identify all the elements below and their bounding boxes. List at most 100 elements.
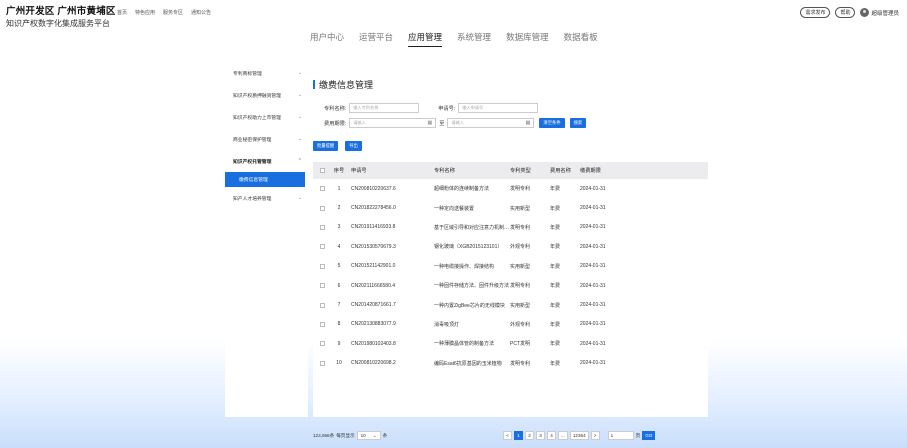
topnav-notices[interactable]: 通知公告 bbox=[191, 9, 211, 16]
date-start-input[interactable]: 请输入 ▦ bbox=[349, 118, 437, 128]
row-app-no: CN200810220637.6 bbox=[351, 185, 396, 192]
row-fee-name: 年费 bbox=[550, 283, 561, 290]
pagination-controls: < 1 2 3 4 ... 12364 > 1 页 GO bbox=[503, 431, 656, 440]
brand-subtitle: 知识产权数字化集成服务平台 bbox=[6, 19, 110, 28]
sidebar-item-listing-support[interactable]: 知识产权助力上市管理 ⌄ bbox=[225, 106, 308, 128]
jump-unit: 页 bbox=[635, 432, 641, 438]
chevron-down-icon: ⌄ bbox=[297, 136, 302, 142]
clear-filters-button[interactable]: 清空条件 bbox=[539, 118, 565, 128]
page-button-4[interactable]: 4 bbox=[547, 431, 556, 440]
per-page-value: 10 bbox=[360, 433, 366, 438]
per-page-label: 每页显示 bbox=[336, 432, 355, 438]
table-row[interactable]: 9 CN201980102403.8 一种薄膜晶体管的制备方法 PCT发明 年费 2024… bbox=[313, 334, 708, 353]
row-app-no: CN202130883077.9 bbox=[351, 321, 396, 328]
row-patent-type: 实用新型 bbox=[510, 205, 531, 212]
sidebar-item-patent-trademark[interactable]: 专利商标管理 ⌄ bbox=[225, 62, 308, 84]
row-patent-type: 实用新型 bbox=[510, 263, 531, 270]
table-row[interactable]: 1 CN200810220637.6 超细粉体的连续制备方法 发明专利 年费 2024-0… bbox=[313, 179, 708, 198]
search-button[interactable]: 搜索 bbox=[569, 118, 587, 128]
row-deadline: 2024-01-31 bbox=[580, 205, 606, 212]
fee-date-label: 费用期限: bbox=[324, 120, 347, 127]
row-patent-name: 钢化玻璃（XGB2015123101） bbox=[434, 244, 503, 251]
filter-row-1: 专利名称: 输入专利名称 申请号: 输入申请号 bbox=[324, 103, 539, 113]
row-fee-name: 年费 bbox=[550, 224, 561, 231]
tab-app-management[interactable]: 应用管理 bbox=[408, 31, 443, 47]
page-button-2[interactable]: 2 bbox=[525, 431, 534, 440]
table-row[interactable]: 4 CN201530570679.3 钢化玻璃（XGB2015123101） 外观专利… bbox=[313, 237, 708, 256]
date-start-placeholder: 请输入 bbox=[353, 120, 366, 125]
go-button[interactable]: GO bbox=[642, 431, 656, 440]
row-patent-type: PCT发明 bbox=[510, 341, 531, 348]
table-row[interactable]: 10 CN200810220698.2 编码Esat6抗原基因的玉米植物 发明专利 年费… bbox=[313, 354, 708, 373]
row-checkbox[interactable] bbox=[320, 341, 325, 347]
app-no-label: 申请号: bbox=[438, 105, 456, 112]
patent-name-input[interactable]: 输入专利名称 bbox=[349, 103, 420, 113]
row-app-no: CN202111666580.4 bbox=[351, 282, 396, 289]
row-patent-name: 超细粉体的连续制备方法 bbox=[434, 186, 490, 193]
page-button-1[interactable]: 1 bbox=[514, 431, 523, 440]
page-title-text: 缴费信息管理 bbox=[319, 80, 374, 90]
sidebar-subitem-fee-info[interactable]: 缴费信息管理 bbox=[225, 172, 305, 187]
sidebar-item-label: 知识产权助力上市管理 bbox=[233, 115, 281, 121]
top-right-actions: 需求发布 帮助 超级管理员 bbox=[800, 7, 899, 18]
row-checkbox[interactable] bbox=[320, 205, 325, 211]
topnav-featured[interactable]: 特色应用 bbox=[135, 9, 155, 16]
user-menu[interactable]: 超级管理员 bbox=[860, 8, 899, 17]
tab-operations[interactable]: 运营平台 bbox=[359, 31, 393, 47]
row-patent-type: 外观专利 bbox=[510, 244, 531, 251]
row-deadline: 2024-01-31 bbox=[580, 360, 606, 367]
select-all-checkbox[interactable] bbox=[320, 168, 325, 173]
row-patent-type: 发明专利 bbox=[510, 186, 531, 193]
row-fee-name: 年费 bbox=[550, 263, 561, 270]
sidebar-item-label: 商业秘密保护管理 bbox=[233, 137, 272, 143]
main-nav: 用户中心 运营平台 应用管理 系统管理 数据库管理 数据看板 bbox=[310, 31, 598, 47]
row-checkbox[interactable] bbox=[320, 224, 325, 230]
row-checkbox[interactable] bbox=[320, 186, 325, 192]
app-no-input[interactable]: 输入申请号 bbox=[458, 103, 539, 113]
row-patent-type: 发明专利 bbox=[510, 283, 531, 290]
next-page-button[interactable]: > bbox=[590, 431, 600, 440]
chevron-down-icon: ⌄ bbox=[297, 70, 302, 76]
batch-remind-button[interactable]: 批量提醒 bbox=[313, 141, 339, 151]
jump-page-input[interactable]: 1 bbox=[607, 431, 634, 440]
sidebar-item-pledge-financing[interactable]: 知识产权质押融资管理 ⌄ bbox=[225, 84, 308, 106]
date-end-input[interactable]: 请输入 ▦ bbox=[447, 118, 535, 128]
prev-page-button[interactable]: < bbox=[503, 431, 512, 440]
page-button-last[interactable]: 12364 bbox=[569, 431, 589, 440]
topnav-services[interactable]: 服务专区 bbox=[163, 9, 183, 16]
row-patent-name: 一种内置ZigBee芯片的无线模块 bbox=[434, 302, 505, 309]
help-button[interactable]: 帮助 bbox=[835, 7, 856, 18]
topnav-home[interactable]: 首页 bbox=[117, 9, 127, 16]
tab-system-management[interactable]: 系统管理 bbox=[457, 31, 491, 47]
table-row[interactable]: 2 CN201822278456.0 一种定向送餐装置 实用新型 年费 2024-01-3… bbox=[313, 198, 708, 217]
table-row[interactable]: 8 CN202130883077.9 消毒吸顶灯 外观专利 年费 2024-01-31 bbox=[313, 315, 708, 334]
table-row[interactable]: 5 CN201521142901.0 一种电缆接操作、焊接结构 实用新型 年费 2024-… bbox=[313, 257, 708, 276]
row-patent-name: 消毒吸顶灯 bbox=[434, 321, 460, 328]
row-no: 3 bbox=[337, 224, 341, 231]
table-body: 1 CN200810220637.6 超细粉体的连续制备方法 发明专利 年费 2024-0… bbox=[313, 179, 708, 373]
export-button[interactable]: 导出 bbox=[345, 141, 362, 151]
row-checkbox[interactable] bbox=[320, 302, 325, 308]
tab-database-management[interactable]: 数据库管理 bbox=[506, 31, 549, 47]
row-app-no: CN201420871661.7 bbox=[351, 302, 396, 309]
tab-user-center[interactable]: 用户中心 bbox=[310, 31, 344, 47]
per-page-select[interactable]: 10 ⌄ bbox=[356, 431, 381, 440]
table-row[interactable]: 3 CN201911416933.8 基于区域引导和对应注意力机制的方法发明专利 年费… bbox=[313, 218, 708, 237]
sidebar-item-ip-custody[interactable]: 知识产权托管管理 ⌃ bbox=[225, 150, 308, 172]
row-checkbox[interactable] bbox=[320, 360, 325, 366]
table-row[interactable]: 7 CN201420871661.7 一种内置ZigBee芯片的无线模块 实用新型 年费… bbox=[313, 295, 708, 314]
row-checkbox[interactable] bbox=[320, 321, 325, 327]
row-checkbox[interactable] bbox=[320, 283, 325, 289]
content-panel: 缴费信息管理 专利名称: 输入专利名称 申请号: 输入申请号 费用期限: 请输入… bbox=[313, 62, 708, 417]
header-no: 序号 bbox=[333, 168, 345, 174]
chevron-down-icon: ⌄ bbox=[372, 432, 377, 438]
header-patent-type: 专利类型 bbox=[510, 168, 531, 174]
tab-dashboard[interactable]: 数据看板 bbox=[564, 31, 598, 47]
demand-button[interactable]: 需求发布 bbox=[800, 7, 831, 18]
row-checkbox[interactable] bbox=[320, 244, 325, 250]
sidebar-item-trade-secret[interactable]: 商业秘密保护管理 ⌄ bbox=[225, 128, 308, 150]
row-checkbox[interactable] bbox=[320, 263, 325, 269]
table-row[interactable]: 6 CN202111666580.4 一种固件存储方法、固件升级方法 发明专利 年费 20… bbox=[313, 276, 708, 295]
sidebar-item-talent-training[interactable]: 知产人才培养管理 ⌄ bbox=[225, 187, 308, 209]
page-button-3[interactable]: 3 bbox=[536, 431, 545, 440]
